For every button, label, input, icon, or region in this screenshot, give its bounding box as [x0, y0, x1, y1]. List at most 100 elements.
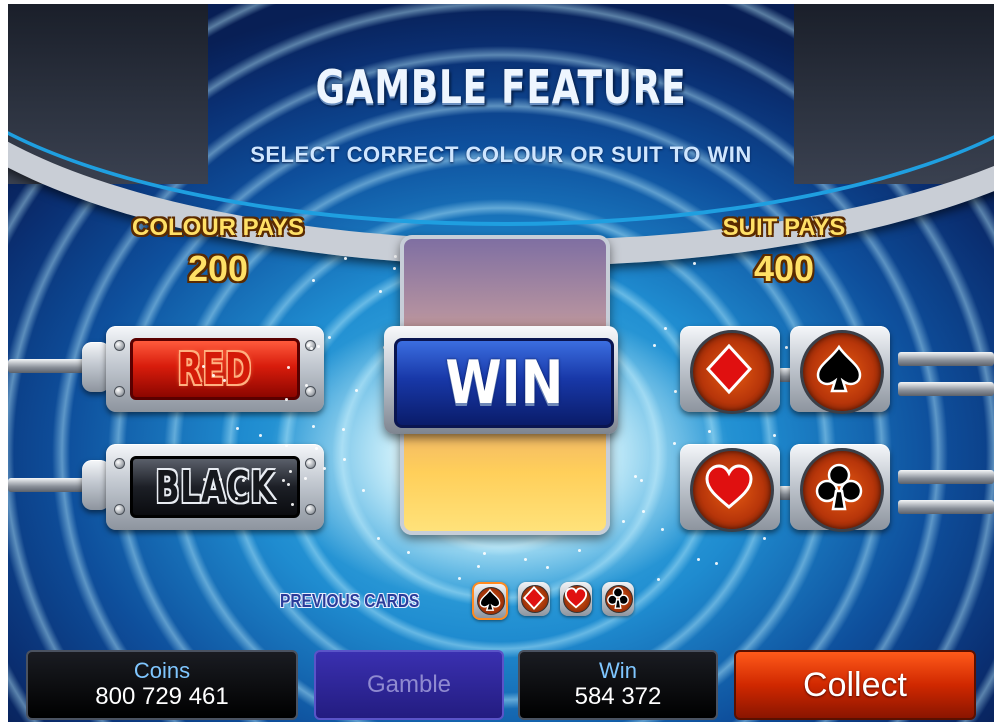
- screw: [114, 386, 125, 397]
- rod-right-top-1: [898, 352, 994, 366]
- sparkle: [328, 335, 332, 339]
- spade-icon: [479, 588, 501, 611]
- club-icon: [607, 587, 629, 609]
- gamble-button-label: Gamble: [366, 671, 452, 698]
- gamble-button[interactable]: Gamble: [314, 650, 504, 720]
- sparkle: [673, 442, 677, 446]
- sparkle: [763, 536, 767, 540]
- sparkle: [378, 290, 382, 294]
- black-button[interactable]: BLACK: [130, 456, 300, 518]
- sparkle: [355, 388, 359, 392]
- sparkle: [286, 483, 290, 487]
- suit-disc: [800, 330, 884, 414]
- sparkle: [483, 551, 487, 555]
- sparkle: [235, 426, 239, 430]
- win-badge-inner: WIN: [394, 338, 614, 428]
- spade-icon: [816, 344, 862, 393]
- previous-card-diamond: [518, 582, 550, 616]
- red-button-label: RED: [177, 343, 253, 395]
- sparkle: [311, 278, 315, 282]
- sparkle: [656, 578, 660, 582]
- sparkle: [309, 346, 313, 350]
- sparkle: [457, 577, 461, 581]
- sparkle: [201, 364, 205, 368]
- sparkle: [376, 536, 380, 540]
- sparkle: [546, 566, 550, 570]
- sparkle: [661, 527, 665, 531]
- club-icon: [815, 463, 863, 511]
- gamble-screen: GAMBLE FEATURE SELECT CORRECT COLOUR OR …: [8, 4, 994, 722]
- red-button-frame: RED: [106, 326, 324, 412]
- sparkle: [785, 345, 789, 349]
- suit-pays-label: SUIT PAYS: [722, 214, 846, 241]
- coins-value: 800 729 461: [95, 683, 229, 710]
- game-title: GAMBLE FEATURE: [315, 60, 687, 114]
- screw: [114, 458, 125, 469]
- sparkle: [305, 383, 309, 387]
- win-label: Win: [599, 658, 637, 683]
- black-button-frame: BLACK: [106, 444, 324, 530]
- sparkle: [212, 373, 216, 377]
- sparkle: [307, 343, 311, 347]
- win-display: Win 584 372: [518, 650, 718, 720]
- sparkle: [476, 564, 480, 568]
- heart-icon: [705, 464, 753, 509]
- coins-display: Coins 800 729 461: [26, 650, 298, 720]
- sparkle: [622, 519, 626, 523]
- sparkle: [362, 489, 366, 493]
- black-button-label: BLACK: [154, 461, 276, 513]
- rod-right-bottom-1: [898, 470, 994, 484]
- suit-disc: [690, 330, 774, 414]
- rod-right-top-2: [898, 382, 994, 396]
- diamond-icon: [523, 586, 545, 610]
- suit-disc: [800, 448, 884, 532]
- coins-label: Coins: [133, 658, 191, 683]
- sparkle: [653, 344, 657, 348]
- sparkle: [344, 256, 348, 260]
- sparkle: [664, 326, 668, 330]
- screw: [305, 386, 316, 397]
- sparkle: [284, 397, 288, 401]
- sparkle: [222, 379, 226, 383]
- colour-pays-label: COLOUR PAYS: [131, 214, 305, 241]
- sparkle: [673, 390, 677, 394]
- game-subtitle: SELECT CORRECT COLOUR OR SUIT TO WIN: [250, 142, 752, 167]
- sparkle: [392, 266, 396, 270]
- sparkle: [407, 550, 411, 554]
- previous-card-spade: [472, 582, 508, 620]
- previous-card-club: [602, 582, 634, 616]
- sparkle: [323, 466, 327, 470]
- colour-pays-value: 200: [187, 248, 249, 289]
- previous-card-heart: [560, 582, 592, 616]
- suit-disc: [690, 448, 774, 532]
- sparkle: [341, 428, 345, 432]
- win-badge: WIN: [384, 326, 618, 434]
- collect-button-label: Collect: [803, 665, 907, 704]
- sparkle: [311, 425, 315, 429]
- sparkle: [708, 430, 712, 434]
- win-badge-label: WIN: [445, 348, 563, 418]
- screw: [305, 504, 316, 515]
- sparkle: [343, 458, 347, 462]
- sparkle: [633, 475, 637, 479]
- collect-button[interactable]: Collect: [734, 650, 976, 720]
- screw: [114, 504, 125, 515]
- sparkle: [772, 433, 776, 437]
- heart-icon: [564, 587, 588, 609]
- sparkle: [524, 557, 528, 561]
- heart-button[interactable]: [680, 444, 780, 532]
- screw: [114, 340, 125, 351]
- screw: [305, 458, 316, 469]
- sparkle: [259, 433, 263, 437]
- spade-button[interactable]: [790, 326, 890, 414]
- suit-pays-value: 400: [753, 248, 815, 289]
- diamond-button[interactable]: [680, 326, 780, 414]
- diamond-icon: [705, 343, 753, 395]
- red-button[interactable]: RED: [130, 338, 300, 400]
- sparkle: [639, 478, 643, 482]
- sparkle: [290, 503, 294, 507]
- club-button[interactable]: [790, 444, 890, 532]
- rod-right-bottom-2: [898, 500, 994, 514]
- win-value: 584 372: [574, 683, 662, 710]
- sparkle: [641, 509, 645, 513]
